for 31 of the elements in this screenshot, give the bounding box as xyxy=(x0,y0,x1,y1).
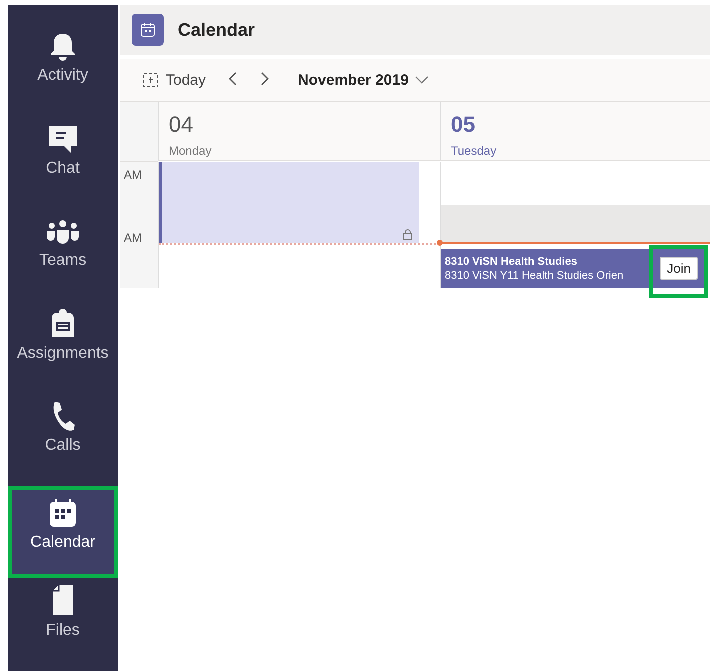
chevron-down-icon xyxy=(414,75,429,85)
day-number: 05 xyxy=(451,112,476,138)
file-icon xyxy=(51,584,75,616)
chevron-left-icon xyxy=(228,70,238,86)
time-label: AM xyxy=(123,167,143,184)
month-picker[interactable]: November 2019 xyxy=(292,70,435,90)
people-icon xyxy=(46,220,80,246)
day-name: Monday xyxy=(169,144,213,158)
day-name: Tuesday xyxy=(451,144,498,158)
time-label: AM xyxy=(123,230,143,247)
event-subtitle: 8310 ViSN Y11 Health Studies Orien xyxy=(445,270,624,282)
backpack-icon xyxy=(50,306,76,339)
rail-item[interactable]: Activity xyxy=(8,23,118,116)
rail-item[interactable]: Teams xyxy=(8,208,118,301)
rail-item[interactable]: Calls xyxy=(8,393,118,486)
rail-item[interactable]: Files xyxy=(8,578,118,671)
lock-icon xyxy=(403,229,413,241)
event-title: 8310 ViSN Health Studies xyxy=(445,256,578,268)
calendar-icon xyxy=(49,498,77,528)
bell-icon xyxy=(50,33,76,61)
calendar-app-icon xyxy=(132,14,164,46)
day-number: 04 xyxy=(169,112,194,138)
rail-item[interactable]: Calendar xyxy=(8,486,118,578)
page-title: Calendar xyxy=(178,20,256,40)
rail-item[interactable]: Assignments xyxy=(8,300,118,394)
rail-item[interactable]: Chat xyxy=(8,116,118,208)
chat-icon xyxy=(47,124,79,154)
calendar-today-icon xyxy=(142,71,160,89)
today-button[interactable]: Today xyxy=(136,70,212,90)
join-button[interactable]: Join xyxy=(660,257,698,280)
chevron-right-icon xyxy=(260,70,270,86)
